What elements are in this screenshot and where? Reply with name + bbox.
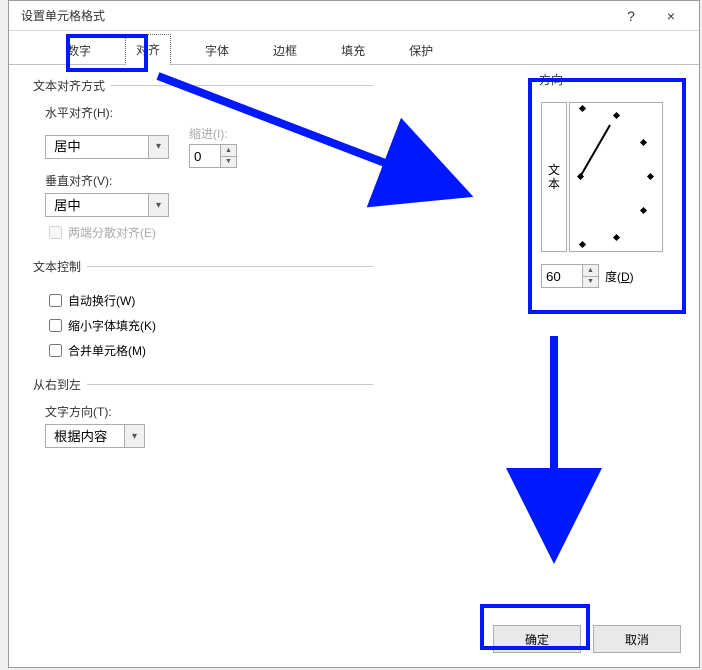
group-rtl: 从右到左 文字方向(T): 根据内容 ▾: [33, 376, 373, 452]
merge-cells-checkbox[interactable]: 合并单元格(M): [45, 341, 373, 360]
group-orientation-label: 方向: [539, 71, 569, 88]
merge-cells-input[interactable]: [49, 344, 62, 357]
group-text-control: 文本控制 自动换行(W) 缩小字体填充(K) 合并单元格(M): [33, 258, 373, 366]
tab-alignment[interactable]: 对齐: [125, 34, 171, 65]
ok-button[interactable]: 确定: [493, 625, 581, 653]
cancel-button[interactable]: 取消: [593, 625, 681, 653]
content-area: 文本对齐方式 水平对齐(H): 居中 ▾ 缩进(I): ▲▼ 垂直对齐: [9, 65, 699, 611]
indent-spin-buttons[interactable]: ▲▼: [220, 145, 236, 167]
group-rtl-label: 从右到左: [33, 376, 87, 393]
text-direction-label: 文字方向(T):: [45, 403, 373, 420]
group-text-control-label: 文本控制: [33, 258, 87, 275]
vertical-align-label: 垂直对齐(V):: [45, 172, 373, 189]
tab-border[interactable]: 边框: [263, 36, 307, 65]
horizontal-align-select[interactable]: 居中: [45, 135, 169, 159]
shrink-to-fit-label: 缩小字体填充(K): [68, 317, 156, 334]
orientation-vertical-button[interactable]: 文本: [541, 102, 567, 252]
tab-number[interactable]: 数字: [57, 36, 101, 65]
tab-font[interactable]: 字体: [195, 36, 239, 65]
orientation-spin-buttons[interactable]: ▲▼: [582, 265, 598, 287]
help-button[interactable]: ?: [611, 2, 651, 30]
indent-label: 缩进(I):: [189, 125, 237, 142]
orientation-dial[interactable]: [569, 102, 663, 252]
text-direction-select[interactable]: 根据内容: [45, 424, 145, 448]
justify-distributed-label: 两端分散对齐(E): [68, 224, 156, 241]
merge-cells-label: 合并单元格(M): [68, 342, 146, 359]
vertical-align-select[interactable]: 居中: [45, 193, 169, 217]
orientation-dial-needle: [579, 125, 611, 178]
justify-distributed-input: [49, 226, 62, 239]
group-orientation: 方向 文本: [539, 71, 673, 288]
orientation-degrees-label: 度(D): [605, 268, 634, 285]
close-button[interactable]: ×: [651, 2, 691, 30]
group-text-alignment: 文本对齐方式 水平对齐(H): 居中 ▾ 缩进(I): ▲▼ 垂直对齐: [33, 77, 373, 248]
tab-protection[interactable]: 保护: [399, 36, 443, 65]
group-text-alignment-label: 文本对齐方式: [33, 77, 111, 94]
wrap-text-label: 自动换行(W): [68, 292, 135, 309]
dialog-footer: 确定 取消: [9, 611, 699, 667]
shrink-to-fit-checkbox[interactable]: 缩小字体填充(K): [45, 316, 373, 335]
orientation-vertical-text: 文本: [548, 163, 560, 192]
titlebar: 设置单元格格式 ? ×: [9, 1, 699, 31]
wrap-text-checkbox[interactable]: 自动换行(W): [45, 291, 373, 310]
wrap-text-input[interactable]: [49, 294, 62, 307]
justify-distributed-checkbox: 两端分散对齐(E): [45, 223, 373, 242]
horizontal-align-label: 水平对齐(H):: [45, 104, 373, 121]
dialog-title: 设置单元格格式: [21, 7, 611, 24]
tabstrip: 数字 对齐 字体 边框 填充 保护: [9, 31, 699, 65]
format-cells-dialog: 设置单元格格式 ? × 数字 对齐 字体 边框 填充 保护 文本对齐方式 水平对…: [8, 0, 700, 668]
tab-fill[interactable]: 填充: [331, 36, 375, 65]
shrink-to-fit-input[interactable]: [49, 319, 62, 332]
